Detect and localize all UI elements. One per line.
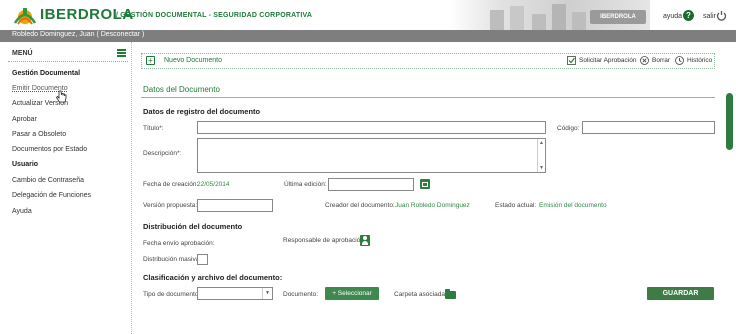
- doc-type-label: Tipo de documento:: [143, 291, 201, 298]
- delete-button[interactable]: Borrar: [652, 57, 670, 64]
- proposed-version-label: Versión propuesta:: [143, 202, 198, 209]
- app-header: IBERDROLA / GESTIÓN DOCUMENTAL - SEGURID…: [0, 0, 736, 30]
- textarea-scrollbar[interactable]: ▲ ▼: [537, 139, 545, 172]
- code-input[interactable]: [582, 121, 715, 134]
- created-date-label: Fecha de creación:: [143, 181, 199, 188]
- status-label: Estado actual:: [495, 202, 537, 209]
- code-label: Código:: [557, 125, 580, 132]
- chevron-down-icon[interactable]: ▼: [262, 288, 272, 299]
- logout-link[interactable]: salir: [703, 13, 716, 20]
- mass-distribution-label: Distribución masiva:: [143, 256, 202, 263]
- sidebar-header-gestion: Gestión Documental: [12, 70, 81, 77]
- section-divider: [141, 97, 715, 98]
- history-button[interactable]: Histórico: [687, 57, 712, 64]
- sidebar-item-cambio-contrasena[interactable]: Cambio de Contraseña: [12, 177, 84, 184]
- scroll-down-icon[interactable]: ▼: [539, 165, 544, 171]
- user-session-link[interactable]: Robledo Dominguez, Juan ( Desconectar ): [12, 31, 144, 38]
- help-icon[interactable]: ?: [683, 10, 694, 21]
- select-document-button[interactable]: + Seleccionar: [325, 287, 379, 300]
- doc-type-select[interactable]: ▼: [197, 287, 273, 300]
- title-label: Título*:: [143, 125, 164, 132]
- last-edit-input[interactable]: [328, 178, 414, 191]
- user-bar: Robledo Dominguez, Juan ( Desconectar ): [0, 30, 736, 42]
- app-subtitle: / GESTIÓN DOCUMENTAL - SEGURIDAD CORPORA…: [116, 12, 313, 19]
- last-edit-label: Última edición:: [284, 181, 327, 188]
- hand-cursor-icon: [55, 90, 67, 103]
- created-date-value: 22/05/2014: [197, 181, 230, 188]
- title-input[interactable]: [197, 121, 546, 134]
- distribution-heading: Distribución del documento: [143, 222, 243, 231]
- classification-heading: Clasificación y archivo del documento:: [143, 273, 283, 282]
- status-value: Emisión del documento: [539, 202, 607, 209]
- send-date-label: Fecha envío aprobación:: [143, 240, 215, 247]
- sidebar-item-delegacion-funciones[interactable]: Delegación de Funciones: [12, 192, 91, 199]
- main-content: + Nuevo Documento Solicitar Aprobación B…: [137, 42, 736, 334]
- sidebar-item-pasar-obsoleto[interactable]: Pasar a Obsoleto: [12, 131, 66, 138]
- mass-distribution-checkbox[interactable]: [197, 254, 208, 265]
- request-approval-button[interactable]: Solicitar Aprobación: [579, 57, 636, 64]
- select-approver-icon[interactable]: [360, 235, 370, 246]
- checkbox-approve-icon[interactable]: [567, 56, 576, 65]
- menu-divider: [8, 61, 128, 62]
- registration-heading: Datos de registro del documento: [143, 107, 261, 116]
- folder-icon[interactable]: [445, 289, 456, 299]
- history-icon[interactable]: [675, 56, 684, 65]
- folder-label: Carpeta asociada:: [394, 291, 447, 298]
- save-button[interactable]: GUARDAR: [647, 287, 714, 300]
- document-label: Documento:: [283, 291, 319, 298]
- hamburger-icon[interactable]: [117, 49, 126, 57]
- approver-label: Responsable de aprobación:: [283, 237, 366, 244]
- action-toolbar: + Nuevo Documento Solicitar Aprobación B…: [141, 53, 715, 69]
- sidebar-item-aprobar[interactable]: Aprobar: [12, 116, 37, 123]
- sidebar: MENÚ Gestión Documental Emitir Documento…: [0, 42, 132, 334]
- creator-value: Juan Robledo Dominguez: [395, 202, 470, 209]
- scroll-up-icon[interactable]: ▲: [539, 140, 544, 146]
- help-link[interactable]: ayuda: [663, 13, 682, 20]
- description-label: Descripción*:: [143, 150, 182, 157]
- new-document-icon[interactable]: +: [146, 56, 155, 65]
- description-textarea[interactable]: ▲ ▼: [197, 138, 546, 173]
- sidebar-header-usuario: Usuario: [12, 161, 39, 168]
- banner-sign: IBERDROLA: [590, 10, 646, 24]
- delete-icon[interactable]: [640, 56, 649, 65]
- page-scrollbar-thumb[interactable]: [726, 93, 733, 150]
- sidebar-item-documentos-estado[interactable]: Documentos por Estado: [12, 146, 87, 153]
- menu-title: MENÚ: [12, 50, 33, 57]
- creator-label: Creador del documento:: [325, 202, 395, 209]
- calendar-icon[interactable]: [420, 179, 430, 189]
- sidebar-item-ayuda[interactable]: Ayuda: [12, 208, 32, 215]
- iberdrola-logo-icon: [13, 8, 37, 25]
- section-title: Datos del Documento: [143, 85, 220, 94]
- power-icon[interactable]: [716, 10, 727, 21]
- new-document-button[interactable]: Nuevo Documento: [164, 57, 222, 64]
- proposed-version-input[interactable]: [197, 199, 273, 212]
